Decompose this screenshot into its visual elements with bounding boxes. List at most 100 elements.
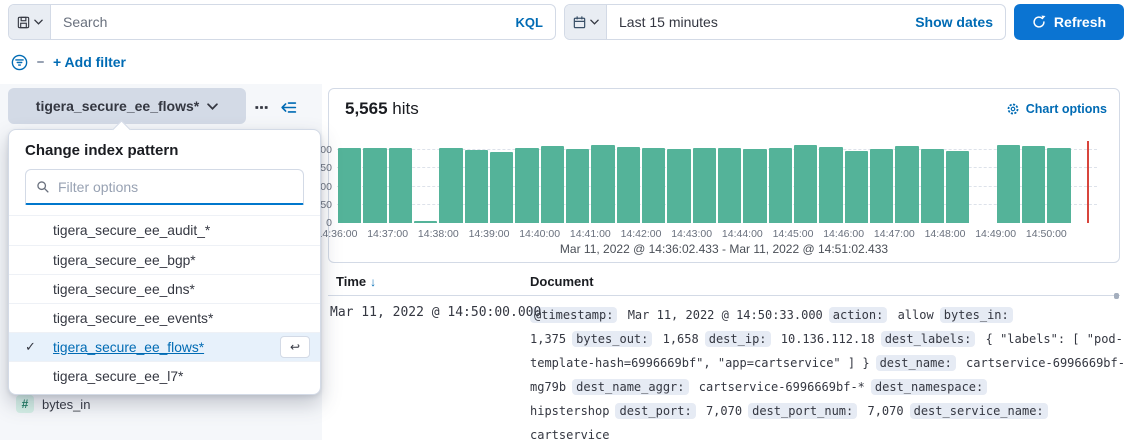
date-quick-menu-button[interactable] bbox=[565, 5, 607, 39]
time-cell: Mar 11, 2022 @ 14:50:00.000 bbox=[330, 305, 541, 320]
chevron-down-icon bbox=[207, 103, 218, 110]
filter-settings-icon[interactable] bbox=[10, 53, 28, 71]
histogram-bar[interactable] bbox=[642, 148, 665, 223]
histogram-bar[interactable] bbox=[997, 145, 1020, 223]
x-axis-tick-label: 14:37:00 bbox=[367, 228, 408, 240]
histogram-bar[interactable] bbox=[389, 148, 412, 223]
refresh-icon bbox=[1032, 15, 1046, 29]
histogram-bar[interactable] bbox=[921, 149, 944, 223]
x-axis-tick-label: 14:38:00 bbox=[418, 228, 459, 240]
index-pattern-option[interactable]: tigera_secure_ee_l7* bbox=[9, 361, 320, 390]
results-table-body: Mar 11, 2022 @ 14:50:00.000@timestamp: M… bbox=[328, 296, 1120, 440]
field-name-pill: dest_port_num: bbox=[748, 403, 857, 419]
field-name-pill: action: bbox=[829, 307, 888, 323]
index-pattern-option[interactable]: tigera_secure_ee_bgp* bbox=[9, 245, 320, 274]
field-value: 7,070 bbox=[860, 404, 903, 418]
histogram-bar[interactable] bbox=[363, 148, 386, 223]
x-axis-tick-label: 14:42:00 bbox=[621, 228, 662, 240]
filter-options-input[interactable] bbox=[58, 179, 303, 195]
hits-number: 5,565 bbox=[345, 99, 388, 118]
field-value: allow bbox=[890, 308, 933, 322]
popover-title: Change index pattern bbox=[9, 130, 320, 169]
histogram-bar[interactable] bbox=[946, 151, 969, 223]
histogram-bar[interactable] bbox=[1022, 146, 1045, 223]
histogram-bar[interactable] bbox=[667, 149, 690, 223]
histogram-bar[interactable] bbox=[490, 152, 513, 223]
calendar-icon bbox=[572, 15, 587, 30]
field-value: hipstershop bbox=[530, 404, 609, 418]
gear-icon bbox=[1006, 102, 1020, 116]
index-pattern-option[interactable]: tigera_secure_ee_events* bbox=[9, 303, 320, 332]
chart-options-button[interactable]: Chart options bbox=[1006, 102, 1107, 116]
index-pattern-option[interactable]: tigera_secure_ee_dns* bbox=[9, 274, 320, 303]
histogram-bar[interactable] bbox=[769, 148, 792, 223]
table-scrollbar-thumb[interactable] bbox=[1114, 293, 1119, 299]
search-input[interactable] bbox=[51, 14, 504, 30]
histogram-panel: 5,565 hits Chart options 05010015020014:… bbox=[328, 88, 1120, 263]
field-value: 1,658 bbox=[655, 332, 698, 346]
histogram-bar[interactable] bbox=[1047, 148, 1070, 223]
histogram-bar[interactable] bbox=[566, 149, 589, 223]
field-name-pill: dest_service_name: bbox=[910, 403, 1048, 419]
time-column-header[interactable]: Time↓ bbox=[336, 274, 376, 289]
histogram-bar[interactable] bbox=[819, 147, 842, 223]
field-item-bytes-in[interactable]: # bytes_in bbox=[16, 395, 90, 413]
histogram-bar[interactable] bbox=[718, 148, 741, 223]
results-table-header: Time↓ Document bbox=[328, 267, 1120, 296]
histogram-bar[interactable] bbox=[845, 151, 868, 223]
histogram-bar[interactable] bbox=[693, 148, 716, 223]
time-range-value[interactable]: Last 15 minutes bbox=[607, 14, 903, 30]
time-range-end-marker bbox=[1087, 141, 1089, 223]
index-pattern-option[interactable]: tigera_secure_ee_audit_* bbox=[9, 216, 320, 245]
time-range-caption: Mar 11, 2022 @ 14:36:02.433 - Mar 11, 20… bbox=[329, 242, 1119, 256]
x-axis-tick-label: 14:41:00 bbox=[570, 228, 611, 240]
x-axis-tick-label: 14:50:00 bbox=[1026, 228, 1067, 240]
histogram-bar[interactable] bbox=[541, 146, 564, 223]
check-icon: ✓ bbox=[25, 339, 36, 355]
kql-language-button[interactable]: KQL bbox=[504, 15, 555, 30]
show-dates-button[interactable]: Show dates bbox=[903, 14, 1005, 30]
histogram-bar[interactable] bbox=[414, 221, 437, 223]
index-pattern-option-label: tigera_secure_ee_dns* bbox=[53, 282, 195, 297]
document-cell: @timestamp: Mar 11, 2022 @ 14:50:33.000a… bbox=[530, 296, 1128, 440]
histogram-bar[interactable] bbox=[870, 149, 893, 223]
index-pattern-option-label: tigera_secure_ee_audit_* bbox=[53, 223, 210, 238]
field-name-pill: dest_namespace: bbox=[871, 379, 987, 395]
search-icon bbox=[36, 180, 50, 194]
saved-query-menu-button[interactable] bbox=[9, 5, 51, 39]
histogram-bar[interactable] bbox=[465, 150, 488, 223]
chevron-down-icon bbox=[34, 19, 43, 25]
index-pattern-switcher-button[interactable]: tigera_secure_ee_flows* bbox=[8, 88, 246, 124]
collapse-sidebar-icon[interactable] bbox=[279, 98, 297, 116]
histogram-bar[interactable] bbox=[895, 146, 918, 223]
add-filter-button[interactable]: + Add filter bbox=[53, 54, 126, 70]
field-name-pill: dest_labels: bbox=[881, 331, 976, 347]
histogram-bar[interactable] bbox=[439, 148, 462, 223]
sort-descending-icon[interactable]: ↓ bbox=[370, 275, 376, 289]
change-index-pattern-popover: Change index pattern tigera_secure_ee_au… bbox=[8, 129, 321, 395]
histogram-plot[interactable]: 05010015020014:36:0014:37:0014:38:0014:3… bbox=[337, 141, 1097, 223]
field-name-pill: bytes_out: bbox=[572, 331, 652, 347]
save-icon bbox=[16, 15, 31, 30]
field-value: Mar 11, 2022 @ 14:50:33.000 bbox=[620, 308, 822, 322]
index-pattern-option[interactable]: ✓ tigera_secure_ee_flows* ↩ bbox=[9, 332, 320, 361]
index-pattern-option-label: tigera_secure_ee_flows* bbox=[53, 340, 204, 355]
histogram-bar[interactable] bbox=[515, 148, 538, 223]
enter-key-icon[interactable]: ↩ bbox=[280, 336, 310, 358]
histogram-bar[interactable] bbox=[591, 145, 614, 223]
field-name-pill: dest_name_aggr: bbox=[572, 379, 688, 395]
field-value: 1,375 bbox=[530, 332, 566, 346]
document-column-header: Document bbox=[530, 274, 594, 289]
filter-divider bbox=[37, 61, 44, 63]
x-axis-tick-label: 14:40:00 bbox=[519, 228, 560, 240]
index-pattern-option-label: tigera_secure_ee_l7* bbox=[53, 369, 183, 384]
histogram-bar[interactable] bbox=[617, 147, 640, 223]
table-row[interactable]: Mar 11, 2022 @ 14:50:00.000@timestamp: M… bbox=[328, 296, 1120, 440]
histogram-bar[interactable] bbox=[794, 145, 817, 223]
histogram-bar[interactable] bbox=[743, 149, 766, 223]
field-settings-icon[interactable] bbox=[252, 98, 270, 116]
field-name-pill: dest_port: bbox=[615, 403, 695, 419]
index-pattern-filter bbox=[25, 169, 304, 205]
refresh-button[interactable]: Refresh bbox=[1014, 4, 1124, 40]
histogram-bar[interactable] bbox=[338, 148, 361, 223]
